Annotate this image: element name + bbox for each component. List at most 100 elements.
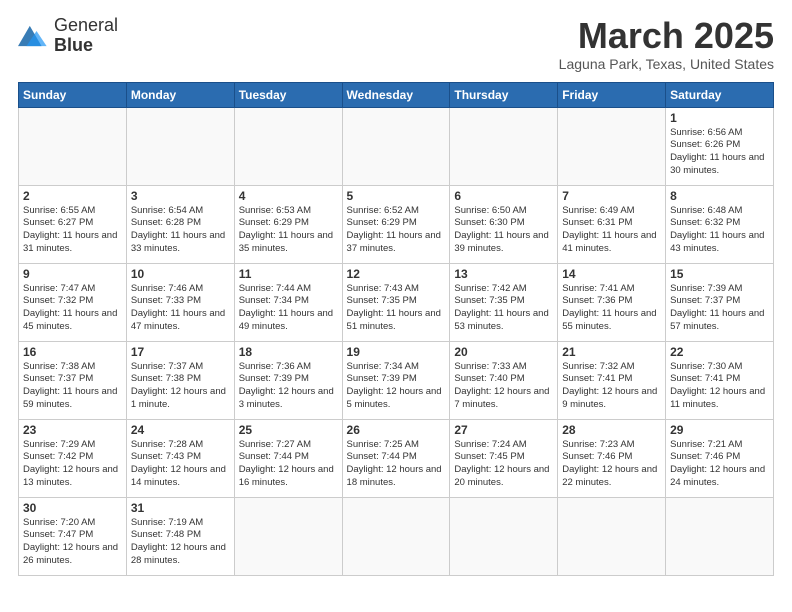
calendar-day-cell	[342, 107, 450, 185]
weekday-header: Sunday	[19, 82, 127, 107]
day-number: 23	[23, 423, 122, 437]
location: Laguna Park, Texas, United States	[559, 56, 774, 72]
calendar-day-cell: 16 Sunrise: 7:38 AM Sunset: 7:37 PM Dayli…	[19, 341, 127, 419]
day-info: Sunrise: 6:55 AM Sunset: 6:27 PM Dayligh…	[23, 205, 122, 256]
day-info: Sunrise: 7:43 AM Sunset: 7:35 PM Dayligh…	[347, 283, 446, 334]
day-info: Sunrise: 7:19 AM Sunset: 7:48 PM Dayligh…	[131, 517, 230, 568]
day-number: 16	[23, 345, 122, 359]
calendar: SundayMondayTuesdayWednesdayThursdayFrid…	[18, 82, 774, 576]
day-info: Sunrise: 7:37 AM Sunset: 7:38 PM Dayligh…	[131, 361, 230, 412]
day-number: 20	[454, 345, 553, 359]
day-info: Sunrise: 6:48 AM Sunset: 6:32 PM Dayligh…	[670, 205, 769, 256]
day-info: Sunrise: 7:30 AM Sunset: 7:41 PM Dayligh…	[670, 361, 769, 412]
day-info: Sunrise: 7:27 AM Sunset: 7:44 PM Dayligh…	[239, 439, 338, 490]
calendar-day-cell: 21Sunrise: 7:32 AM Sunset: 7:41 PM Dayli…	[558, 341, 666, 419]
calendar-day-cell: 17 Sunrise: 7:37 AM Sunset: 7:38 PM Dayli…	[126, 341, 234, 419]
calendar-week-row: 1 Sunrise: 6:56 AM Sunset: 6:26 PM Daylig…	[19, 107, 774, 185]
title-block: March 2025 Laguna Park, Texas, United St…	[559, 16, 774, 72]
day-info: Sunrise: 7:38 AM Sunset: 7:37 PM Dayligh…	[23, 361, 122, 412]
day-number: 7	[562, 189, 661, 203]
calendar-day-cell: 27 Sunrise: 7:24 AM Sunset: 7:45 PM Dayli…	[450, 419, 558, 497]
day-number: 26	[347, 423, 446, 437]
day-number: 6	[454, 189, 553, 203]
calendar-day-cell: 22 Sunrise: 7:30 AM Sunset: 7:41 PM Dayli…	[666, 341, 774, 419]
generalblue-logo-icon	[18, 22, 50, 50]
calendar-day-cell	[342, 497, 450, 575]
calendar-week-row: 9Sunrise: 7:47 AM Sunset: 7:32 PM Daylig…	[19, 263, 774, 341]
day-number: 14	[562, 267, 661, 281]
day-number: 12	[347, 267, 446, 281]
day-info: Sunrise: 6:54 AM Sunset: 6:28 PM Dayligh…	[131, 205, 230, 256]
logo-text: GeneralBlue	[54, 16, 118, 56]
day-info: Sunrise: 7:39 AM Sunset: 7:37 PM Dayligh…	[670, 283, 769, 334]
calendar-day-cell: 2 Sunrise: 6:55 AM Sunset: 6:27 PM Daylig…	[19, 185, 127, 263]
day-info: Sunrise: 6:56 AM Sunset: 6:26 PM Dayligh…	[670, 127, 769, 178]
calendar-day-cell: 6Sunrise: 6:50 AM Sunset: 6:30 PM Daylig…	[450, 185, 558, 263]
calendar-day-cell: 12 Sunrise: 7:43 AM Sunset: 7:35 PM Dayli…	[342, 263, 450, 341]
day-info: Sunrise: 7:21 AM Sunset: 7:46 PM Dayligh…	[670, 439, 769, 490]
calendar-body: 1 Sunrise: 6:56 AM Sunset: 6:26 PM Daylig…	[19, 107, 774, 575]
day-number: 9	[23, 267, 122, 281]
calendar-day-cell: 20Sunrise: 7:33 AM Sunset: 7:40 PM Dayli…	[450, 341, 558, 419]
day-number: 29	[670, 423, 769, 437]
calendar-day-cell: 23 Sunrise: 7:29 AM Sunset: 7:42 PM Dayli…	[19, 419, 127, 497]
day-number: 8	[670, 189, 769, 203]
day-number: 28	[562, 423, 661, 437]
day-number: 10	[131, 267, 230, 281]
calendar-day-cell: 25Sunrise: 7:27 AM Sunset: 7:44 PM Dayli…	[234, 419, 342, 497]
calendar-day-cell	[126, 107, 234, 185]
weekday-header: Monday	[126, 82, 234, 107]
day-number: 4	[239, 189, 338, 203]
calendar-day-cell: 28Sunrise: 7:23 AM Sunset: 7:46 PM Dayli…	[558, 419, 666, 497]
weekday-header: Tuesday	[234, 82, 342, 107]
calendar-day-cell: 26Sunrise: 7:25 AM Sunset: 7:44 PM Dayli…	[342, 419, 450, 497]
calendar-day-cell: 4Sunrise: 6:53 AM Sunset: 6:29 PM Daylig…	[234, 185, 342, 263]
calendar-day-cell: 18Sunrise: 7:36 AM Sunset: 7:39 PM Dayli…	[234, 341, 342, 419]
day-number: 15	[670, 267, 769, 281]
calendar-week-row: 2 Sunrise: 6:55 AM Sunset: 6:27 PM Daylig…	[19, 185, 774, 263]
day-info: Sunrise: 6:52 AM Sunset: 6:29 PM Dayligh…	[347, 205, 446, 256]
month-title: March 2025	[559, 16, 774, 56]
day-number: 11	[239, 267, 338, 281]
calendar-day-cell	[450, 107, 558, 185]
weekday-row: SundayMondayTuesdayWednesdayThursdayFrid…	[19, 82, 774, 107]
day-number: 30	[23, 501, 122, 515]
day-number: 1	[670, 111, 769, 125]
calendar-day-cell	[450, 497, 558, 575]
day-number: 27	[454, 423, 553, 437]
calendar-week-row: 30 Sunrise: 7:20 AM Sunset: 7:47 PM Dayli…	[19, 497, 774, 575]
day-info: Sunrise: 6:49 AM Sunset: 6:31 PM Dayligh…	[562, 205, 661, 256]
calendar-week-row: 16 Sunrise: 7:38 AM Sunset: 7:37 PM Dayli…	[19, 341, 774, 419]
day-number: 13	[454, 267, 553, 281]
day-number: 17	[131, 345, 230, 359]
day-info: Sunrise: 7:24 AM Sunset: 7:45 PM Dayligh…	[454, 439, 553, 490]
weekday-header: Friday	[558, 82, 666, 107]
day-info: Sunrise: 7:44 AM Sunset: 7:34 PM Dayligh…	[239, 283, 338, 334]
day-number: 5	[347, 189, 446, 203]
day-number: 19	[347, 345, 446, 359]
day-number: 22	[670, 345, 769, 359]
calendar-day-cell: 1 Sunrise: 6:56 AM Sunset: 6:26 PM Daylig…	[666, 107, 774, 185]
logo: GeneralBlue	[18, 16, 118, 56]
day-number: 24	[131, 423, 230, 437]
calendar-day-cell: 9Sunrise: 7:47 AM Sunset: 7:32 PM Daylig…	[19, 263, 127, 341]
day-info: Sunrise: 7:20 AM Sunset: 7:47 PM Dayligh…	[23, 517, 122, 568]
weekday-header: Wednesday	[342, 82, 450, 107]
calendar-week-row: 23 Sunrise: 7:29 AM Sunset: 7:42 PM Dayli…	[19, 419, 774, 497]
day-number: 18	[239, 345, 338, 359]
calendar-day-cell: 30 Sunrise: 7:20 AM Sunset: 7:47 PM Dayli…	[19, 497, 127, 575]
calendar-day-cell: 7 Sunrise: 6:49 AM Sunset: 6:31 PM Daylig…	[558, 185, 666, 263]
calendar-day-cell: 31Sunrise: 7:19 AM Sunset: 7:48 PM Dayli…	[126, 497, 234, 575]
calendar-day-cell: 5 Sunrise: 6:52 AM Sunset: 6:29 PM Daylig…	[342, 185, 450, 263]
calendar-day-cell: 3Sunrise: 6:54 AM Sunset: 6:28 PM Daylig…	[126, 185, 234, 263]
calendar-day-cell: 10 Sunrise: 7:46 AM Sunset: 7:33 PM Dayli…	[126, 263, 234, 341]
day-info: Sunrise: 7:29 AM Sunset: 7:42 PM Dayligh…	[23, 439, 122, 490]
calendar-day-cell	[666, 497, 774, 575]
day-number: 2	[23, 189, 122, 203]
calendar-day-cell	[234, 107, 342, 185]
day-info: Sunrise: 7:46 AM Sunset: 7:33 PM Dayligh…	[131, 283, 230, 334]
calendar-day-cell: 29 Sunrise: 7:21 AM Sunset: 7:46 PM Dayli…	[666, 419, 774, 497]
day-info: Sunrise: 7:28 AM Sunset: 7:43 PM Dayligh…	[131, 439, 230, 490]
calendar-day-cell	[558, 107, 666, 185]
calendar-day-cell: 15 Sunrise: 7:39 AM Sunset: 7:37 PM Dayli…	[666, 263, 774, 341]
